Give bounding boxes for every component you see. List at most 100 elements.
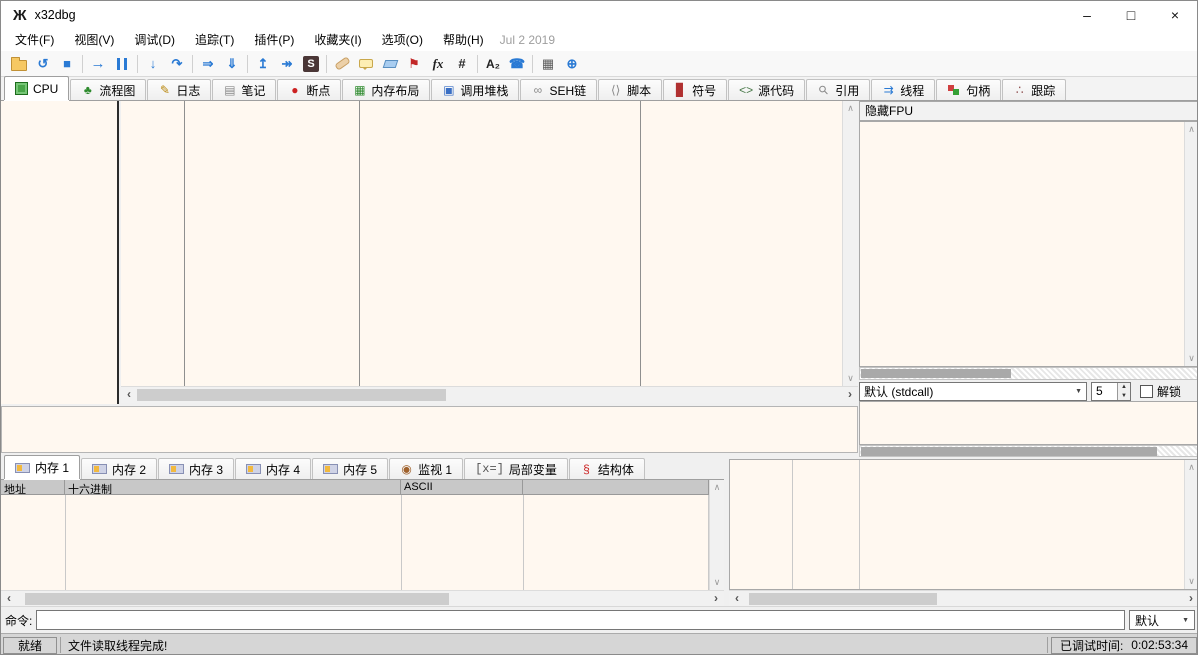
comment-button[interactable] bbox=[354, 53, 378, 75]
scrollbar-thumb[interactable] bbox=[137, 389, 446, 401]
tab-memory-map[interactable]: ▦内存布局 bbox=[342, 79, 430, 100]
tab-dump-4[interactable]: 内存 4 bbox=[235, 458, 311, 479]
dump-table-body[interactable] bbox=[1, 495, 709, 590]
tab-trace[interactable]: ∴跟踪 bbox=[1002, 79, 1066, 100]
run-button[interactable]: → bbox=[86, 53, 110, 75]
menu-debug[interactable]: 调试(D) bbox=[124, 29, 185, 51]
tab-struct[interactable]: §结构体 bbox=[569, 458, 645, 479]
patch-button[interactable] bbox=[330, 53, 354, 75]
globe-button[interactable]: ⊕ bbox=[560, 53, 584, 75]
scroll-left-arrow[interactable]: ‹ bbox=[3, 591, 15, 606]
step-into-button[interactable]: ↓ bbox=[141, 53, 165, 75]
hide-fpu-button[interactable]: 隐藏FPU bbox=[859, 101, 1198, 121]
tab-dump-1[interactable]: 内存 1 bbox=[4, 455, 80, 479]
tab-seh[interactable]: ∞SEH链 bbox=[520, 79, 597, 100]
scrollbar-thumb[interactable] bbox=[749, 593, 937, 605]
hash-button[interactable]: # bbox=[450, 53, 474, 75]
disasm-horizontal-scrollbar[interactable]: ‹ › bbox=[121, 386, 858, 403]
notify-button[interactable]: ☎ bbox=[505, 53, 529, 75]
scroll-down-arrow[interactable]: ∨ bbox=[843, 373, 858, 384]
seh-button[interactable]: S bbox=[299, 53, 323, 75]
calculator-button[interactable]: ▦ bbox=[536, 53, 560, 75]
tab-dump-2[interactable]: 内存 2 bbox=[81, 458, 157, 479]
command-profile-select[interactable]: 默认 ▼ bbox=[1129, 610, 1195, 630]
maximize-button[interactable]: □ bbox=[1109, 1, 1153, 29]
scroll-down-arrow[interactable]: ∨ bbox=[1185, 353, 1198, 364]
bookmark-button[interactable]: ⚑ bbox=[402, 53, 426, 75]
scroll-right-arrow[interactable]: › bbox=[710, 591, 722, 606]
dump-horizontal-scrollbar[interactable]: ‹ › bbox=[1, 590, 724, 606]
function-button[interactable]: fx bbox=[426, 53, 450, 75]
tab-symbols[interactable]: ▊符号 bbox=[663, 79, 727, 100]
scroll-up-arrow[interactable]: ∧ bbox=[1185, 462, 1198, 473]
scrollbar-thumb[interactable] bbox=[861, 447, 1157, 456]
argument-count-stepper[interactable]: 5 ▲ ▼ bbox=[1091, 382, 1131, 401]
open-file-button[interactable] bbox=[7, 53, 31, 75]
pause-button[interactable] bbox=[110, 53, 134, 75]
execute-till-return-button[interactable]: ⇒ bbox=[196, 53, 220, 75]
scroll-left-arrow[interactable]: ‹ bbox=[731, 591, 743, 606]
scroll-down-arrow[interactable]: ∨ bbox=[710, 577, 724, 588]
dump-vertical-scrollbar[interactable]: ∧ ∨ bbox=[709, 480, 724, 590]
stack-vertical-scrollbar[interactable]: ∧ ∨ bbox=[1184, 460, 1198, 589]
disasm-vertical-scrollbar[interactable]: ∧ ∨ bbox=[842, 101, 858, 386]
stack-area[interactable]: ∧ ∨ bbox=[729, 459, 1198, 590]
tab-locals[interactable]: [x=]局部变量 bbox=[464, 458, 568, 479]
tab-log[interactable]: ✎日志 bbox=[147, 79, 211, 100]
unlock-checkbox-wrap[interactable]: 解锁 bbox=[1140, 383, 1181, 400]
column-header-hex[interactable]: 十六进制 bbox=[65, 480, 401, 495]
run-down-button[interactable]: ⇓ bbox=[220, 53, 244, 75]
menu-help[interactable]: 帮助(H) bbox=[433, 29, 494, 51]
run-to-user-code-button[interactable]: ↠ bbox=[275, 53, 299, 75]
scroll-right-arrow[interactable]: › bbox=[1185, 591, 1197, 606]
menu-plugins[interactable]: 插件(P) bbox=[244, 29, 304, 51]
command-input[interactable] bbox=[36, 610, 1125, 630]
close-button[interactable]: × bbox=[1153, 1, 1197, 29]
step-out-button[interactable]: ↥ bbox=[251, 53, 275, 75]
minimize-button[interactable]: – bbox=[1065, 1, 1109, 29]
scrollbar-thumb[interactable] bbox=[861, 369, 1011, 378]
column-header-blank[interactable] bbox=[523, 480, 709, 495]
scrollbar-thumb[interactable] bbox=[25, 593, 449, 605]
tab-script[interactable]: ⟨⟩脚本 bbox=[598, 79, 662, 100]
tab-source[interactable]: <>源代码 bbox=[728, 79, 805, 100]
tab-notes[interactable]: ▤笔记 bbox=[212, 79, 276, 100]
menu-trace[interactable]: 追踪(T) bbox=[185, 29, 244, 51]
tab-references[interactable]: ⚲引用 bbox=[806, 79, 870, 100]
restart-button[interactable]: ↺ bbox=[31, 53, 55, 75]
tab-handles[interactable]: 句柄 bbox=[936, 79, 1001, 100]
stop-button[interactable]: ■ bbox=[55, 53, 79, 75]
registers-area[interactable]: ∧ ∨ bbox=[859, 121, 1198, 367]
tab-dump-3[interactable]: 内存 3 bbox=[158, 458, 234, 479]
tab-watch-1[interactable]: ◉监视 1 bbox=[389, 458, 463, 479]
column-header-address[interactable]: 地址 bbox=[1, 480, 65, 495]
menu-options[interactable]: 选项(O) bbox=[372, 29, 433, 51]
label-button[interactable] bbox=[378, 53, 402, 75]
step-over-button[interactable]: ↷ bbox=[165, 53, 189, 75]
scroll-up-arrow[interactable]: ∧ bbox=[1185, 124, 1198, 135]
tab-cpu[interactable]: CPU bbox=[4, 76, 69, 100]
unlock-checkbox[interactable] bbox=[1140, 385, 1153, 398]
scroll-down-arrow[interactable]: ∨ bbox=[1185, 576, 1198, 587]
scroll-right-arrow[interactable]: › bbox=[844, 387, 856, 403]
registers-horizontal-scrollbar[interactable] bbox=[859, 367, 1198, 380]
scroll-up-arrow[interactable]: ∧ bbox=[843, 103, 858, 114]
tab-call-stack[interactable]: ▣调用堆栈 bbox=[431, 79, 519, 100]
menu-favourites[interactable]: 收藏夹(I) bbox=[304, 29, 371, 51]
column-header-ascii[interactable]: ASCII bbox=[401, 480, 523, 495]
tab-dump-5[interactable]: 内存 5 bbox=[312, 458, 388, 479]
scroll-up-arrow[interactable]: ∧ bbox=[710, 482, 724, 493]
text-button[interactable]: A₂ bbox=[481, 53, 505, 75]
stack-horizontal-scrollbar[interactable]: ‹ › bbox=[729, 590, 1198, 606]
scroll-left-arrow[interactable]: ‹ bbox=[123, 387, 135, 403]
menu-view[interactable]: 视图(V) bbox=[64, 29, 124, 51]
spin-up-icon[interactable]: ▲ bbox=[1118, 383, 1130, 392]
calling-convention-select[interactable]: 默认 (stdcall) ▼ bbox=[859, 382, 1087, 401]
registers-vertical-scrollbar[interactable]: ∧ ∨ bbox=[1184, 122, 1198, 366]
arguments-horizontal-scrollbar[interactable] bbox=[859, 445, 1198, 457]
tab-threads[interactable]: ⇉线程 bbox=[871, 79, 935, 100]
tab-breakpoints[interactable]: ●断点 bbox=[277, 79, 341, 100]
menu-file[interactable]: 文件(F) bbox=[5, 29, 64, 51]
disassembly-area[interactable] bbox=[121, 101, 842, 386]
spin-down-icon[interactable]: ▼ bbox=[1118, 392, 1130, 401]
